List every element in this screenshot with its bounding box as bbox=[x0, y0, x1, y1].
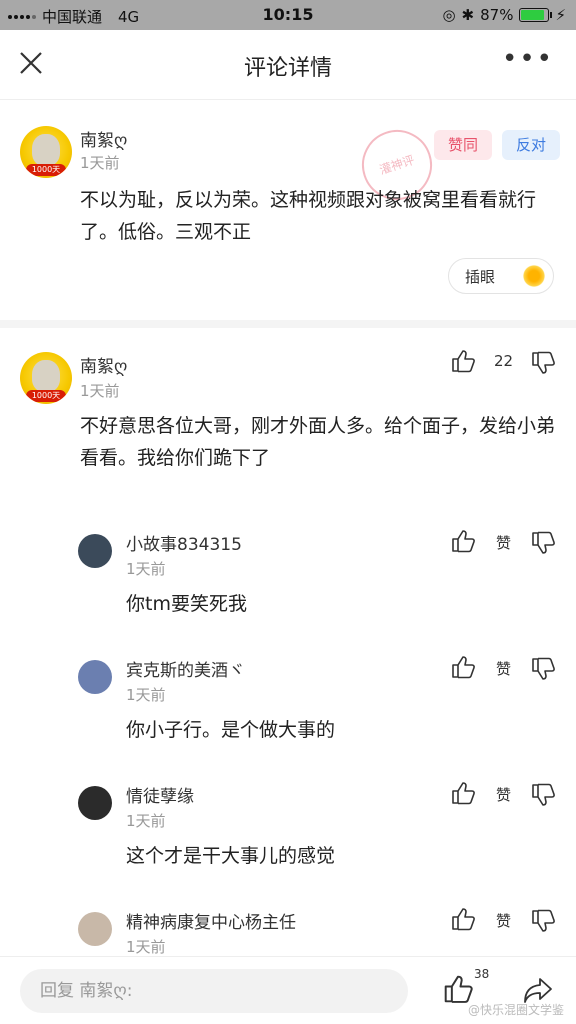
battery-fill bbox=[521, 10, 545, 20]
thumb-up-icon[interactable] bbox=[450, 654, 476, 680]
more-icon[interactable]: ••• bbox=[502, 44, 554, 74]
reply-input[interactable] bbox=[20, 969, 408, 1013]
charging-icon: ⚡ bbox=[555, 6, 566, 24]
battery-percent: 87% bbox=[480, 6, 514, 24]
avatar-badge: 1000天 bbox=[26, 164, 66, 176]
avatar-badge: 1000天 bbox=[26, 390, 66, 402]
page-title: 评论详情 bbox=[243, 56, 332, 81]
reply-author[interactable]: 精神病康复中心杨主任 bbox=[126, 908, 296, 933]
like-count: 22 bbox=[494, 352, 514, 370]
status-right: ◎ ✱ 87% ⚡ bbox=[442, 6, 566, 24]
thumb-up-icon[interactable] bbox=[450, 906, 476, 932]
comment-text: 不好意思各位大哥，刚才外面人多。给个面子，发给小弟看看。我给你们跪下了 bbox=[80, 415, 556, 469]
battery-icon bbox=[519, 8, 553, 22]
header: 评论详情 ••• bbox=[0, 30, 576, 100]
like-label[interactable]: 赞 bbox=[496, 532, 511, 553]
bluetooth-icon: ✱ bbox=[461, 6, 475, 24]
like-label[interactable]: 赞 bbox=[496, 910, 511, 931]
comment-date: 1天前 bbox=[80, 382, 120, 400]
reply-author[interactable]: 情徒孽缘 bbox=[126, 782, 194, 807]
thumb-down-icon[interactable] bbox=[530, 530, 556, 556]
section-divider bbox=[0, 320, 576, 328]
thumb-up-icon[interactable] bbox=[450, 528, 476, 554]
bottom-bar: 38 @快乐混圈文学鉴 bbox=[0, 956, 576, 1024]
reply-date: 1天前 bbox=[126, 812, 166, 830]
reply-avatar[interactable] bbox=[78, 912, 112, 946]
status-bar: 中国联通 4G 10:15 ◎ ✱ 87% ⚡ bbox=[0, 0, 576, 30]
thumb-up-icon[interactable] bbox=[450, 780, 476, 806]
comment-date: 1天前 bbox=[80, 154, 120, 172]
thumb-up-icon[interactable] bbox=[450, 348, 476, 374]
reply-text: 这个才是干大事儿的感觉 bbox=[126, 845, 336, 867]
chaoyan-label: 插眼 bbox=[465, 268, 496, 286]
thumb-down-icon[interactable] bbox=[530, 782, 556, 808]
reply-avatar[interactable] bbox=[78, 534, 112, 568]
reply-avatar[interactable] bbox=[78, 786, 112, 820]
sunflower-icon bbox=[521, 263, 547, 289]
thumb-down-icon[interactable] bbox=[530, 350, 556, 376]
thumb-down-icon[interactable] bbox=[530, 656, 556, 682]
reply-author[interactable]: 小故事834315 bbox=[126, 530, 242, 555]
comment-author[interactable]: 南絮ღ bbox=[80, 126, 127, 151]
reply-date: 1天前 bbox=[126, 938, 166, 956]
avatar[interactable]: 1000天 bbox=[20, 352, 72, 404]
like-count: 38 bbox=[474, 967, 490, 981]
like-label[interactable]: 赞 bbox=[496, 784, 511, 805]
reply-author[interactable]: 宾克斯的美酒ヾ bbox=[126, 656, 245, 681]
avatar[interactable]: 1000天 bbox=[20, 126, 72, 178]
reply-avatar[interactable] bbox=[78, 660, 112, 694]
reply-text: 你小子行。是个做大事的 bbox=[126, 719, 336, 741]
comment-detail-sheet: 评论详情 ••• 1000天 南絮ღ 1天前 灌神评 赞同 反对 不以为耻，反以… bbox=[0, 30, 576, 1024]
like-label[interactable]: 赞 bbox=[496, 658, 511, 679]
reply-text: 你tm要笑死我 bbox=[126, 593, 247, 615]
reply-date: 1天前 bbox=[126, 560, 166, 578]
orientation-lock-icon: ◎ bbox=[442, 6, 456, 24]
oppose-button[interactable]: 反对 bbox=[502, 130, 560, 160]
thumb-down-icon[interactable] bbox=[530, 908, 556, 934]
watermark: @快乐混圈文学鉴 bbox=[467, 1003, 564, 1017]
comment-author[interactable]: 南絮ღ bbox=[80, 352, 127, 377]
chaoyan-button[interactable]: 插眼 bbox=[448, 258, 554, 294]
agree-button[interactable]: 赞同 bbox=[434, 130, 492, 160]
comment-text: 不以为耻，反以为荣。这种视频跟对象被窝里看看就行了。低俗。三观不正 bbox=[80, 189, 537, 243]
reply-date: 1天前 bbox=[126, 686, 166, 704]
